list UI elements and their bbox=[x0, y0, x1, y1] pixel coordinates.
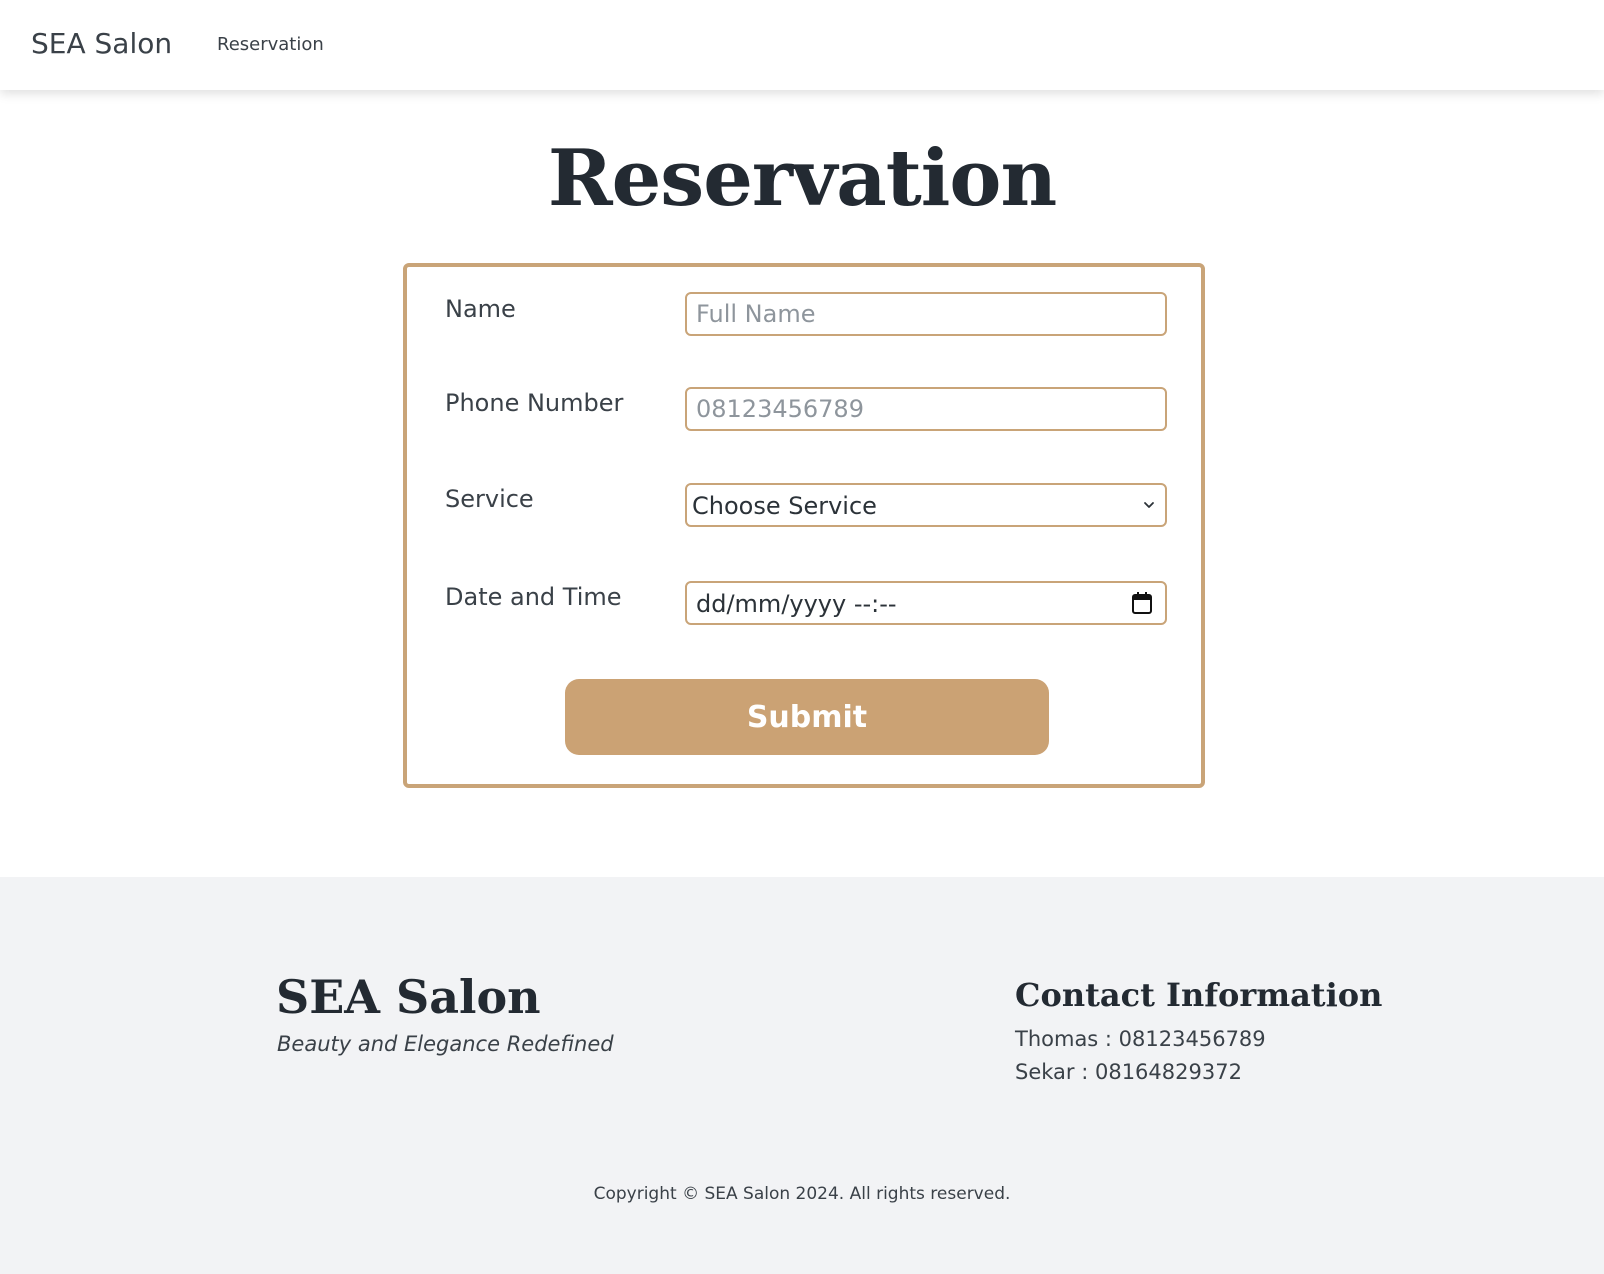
calendar-icon[interactable] bbox=[1131, 591, 1153, 615]
datetime-label: Date and Time bbox=[445, 583, 622, 611]
page-title: Reservation bbox=[547, 133, 1057, 224]
datetime-input[interactable]: dd/mm/yyyy --:-- bbox=[685, 581, 1167, 625]
service-label: Service bbox=[445, 485, 534, 513]
navbar: SEA Salon Reservation bbox=[0, 0, 1604, 90]
name-label: Name bbox=[445, 295, 516, 323]
service-select[interactable]: Choose Service bbox=[685, 483, 1167, 527]
contact-line-sekar: Sekar : 08164829372 bbox=[1015, 1060, 1242, 1084]
name-input[interactable] bbox=[685, 292, 1167, 336]
contact-title: Contact Information bbox=[1015, 976, 1383, 1014]
phone-input[interactable] bbox=[685, 387, 1167, 431]
footer-tagline: Beauty and Elegance Redefined bbox=[277, 1032, 614, 1056]
reservation-form: Name Phone Number Service Choose Service… bbox=[403, 263, 1205, 788]
phone-label: Phone Number bbox=[445, 389, 624, 417]
copyright-text: Copyright © SEA Salon 2024. All rights r… bbox=[593, 1184, 1011, 1204]
contact-line-thomas: Thomas : 08123456789 bbox=[1015, 1027, 1266, 1051]
footer-brand: SEA Salon bbox=[276, 970, 541, 1024]
datetime-value: dd/mm/yyyy --:-- bbox=[696, 590, 897, 618]
footer: SEA Salon Beauty and Elegance Redefined … bbox=[0, 877, 1604, 1274]
submit-button[interactable]: Submit bbox=[565, 679, 1049, 755]
chevron-down-icon bbox=[1144, 502, 1154, 508]
service-select-value: Choose Service bbox=[692, 492, 877, 520]
nav-link-reservation[interactable]: Reservation bbox=[217, 33, 324, 57]
navbar-brand-link[interactable]: SEA Salon bbox=[31, 26, 172, 62]
